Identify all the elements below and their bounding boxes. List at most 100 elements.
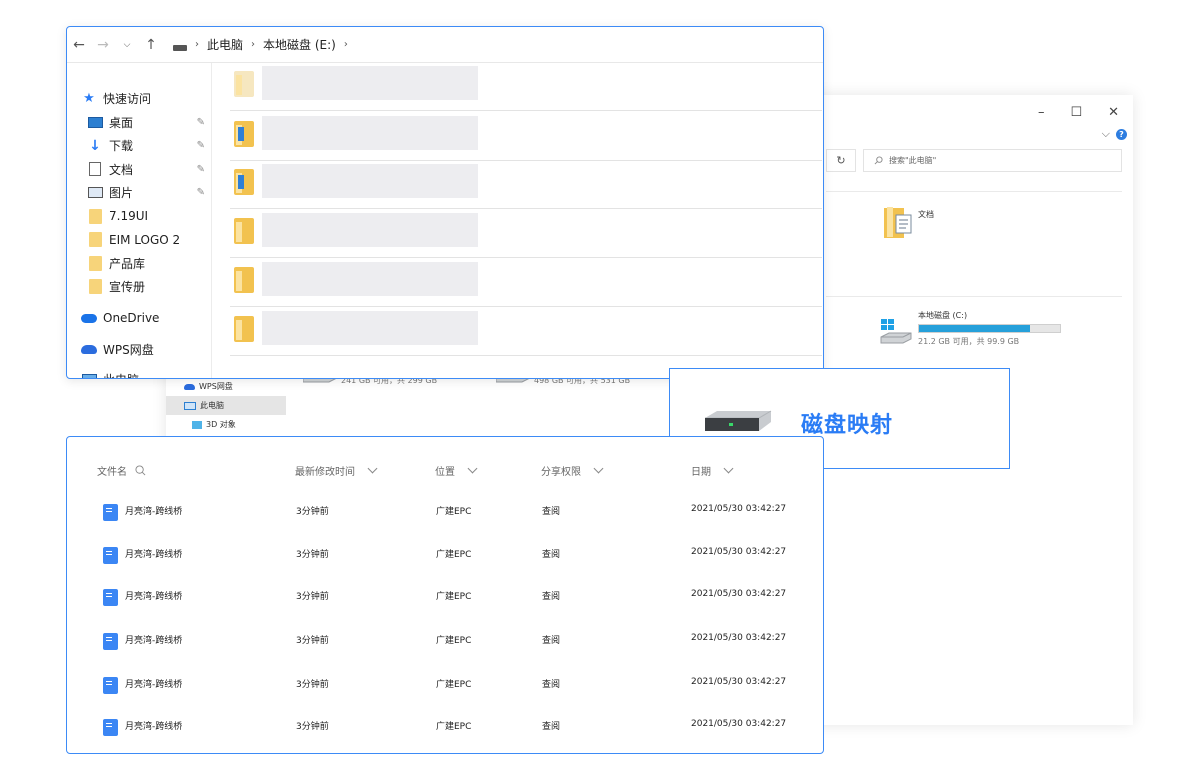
table-row[interactable]: 月亮湾-跨线桥 3分钟前 广建EPC 查阅 2021/05/30 03:42:2… — [67, 489, 823, 532]
table-row[interactable]: 月亮湾-跨线桥 3分钟前 广建EPC 查阅 2021/05/30 03:42:2… — [67, 618, 823, 661]
divider — [826, 296, 1122, 297]
documents-folder-icon[interactable] — [884, 205, 914, 239]
file-name[interactable]: 月亮湾-跨线桥 — [125, 677, 182, 690]
file-name[interactable]: 月亮湾-跨线桥 — [125, 504, 182, 517]
column-header-label: 日期 — [691, 467, 711, 478]
nav-item-label: 图片 — [109, 186, 134, 201]
nav-item-downloads[interactable]: ↓ 下载 ✎ — [67, 134, 211, 158]
file-modified: 3分钟前 — [296, 636, 329, 646]
nav-item-this-pc[interactable]: 此电脑 — [67, 368, 211, 378]
back-button[interactable]: ← — [67, 37, 91, 53]
breadcrumb-this-pc[interactable]: 此电脑 — [207, 36, 243, 53]
list-item[interactable] — [230, 63, 822, 111]
search-placeholder: 搜索"此电脑" — [889, 156, 937, 165]
file-name[interactable]: 月亮湾-跨线桥 — [125, 589, 182, 602]
forward-button[interactable]: → — [91, 37, 115, 53]
column-header-date[interactable]: 日期 — [691, 463, 734, 478]
file-modified: 3分钟前 — [296, 592, 329, 602]
search-box[interactable]: 搜索"此电脑" — [863, 149, 1122, 172]
drive-icon — [173, 44, 187, 51]
nav-item-documents[interactable]: 文档 ✎ — [67, 158, 211, 182]
file-name[interactable]: 月亮湾-跨线桥 — [125, 719, 182, 732]
drive-c-usage-bar — [918, 324, 1061, 333]
file-permission: 查阅 — [542, 680, 561, 690]
column-header-label: 分享权限 — [541, 467, 581, 478]
file-name[interactable]: 月亮湾-跨线桥 — [125, 547, 182, 560]
breadcrumb-drive-e[interactable]: 本地磁盘 (E:) — [263, 36, 336, 53]
word-document-icon — [103, 589, 118, 606]
folder-icon — [234, 218, 254, 244]
nav-item-wps-cloud[interactable]: WPS网盘 — [67, 338, 211, 362]
folder-icon — [87, 232, 103, 248]
pin-icon[interactable]: ✎ — [197, 140, 205, 151]
pin-icon[interactable]: ✎ — [197, 187, 205, 198]
list-item[interactable] — [230, 161, 822, 209]
sidebar-item-this-pc[interactable]: 此电脑 — [166, 396, 286, 415]
sidebar-item-label: WPS网盘 — [199, 382, 233, 391]
up-button[interactable]: ↑ — [139, 37, 163, 53]
windows-drive-icon[interactable] — [879, 317, 913, 347]
sidebar-item-wps[interactable]: WPS网盘 — [166, 377, 286, 396]
nav-item-folder-719ui[interactable]: 7.19UI — [67, 205, 211, 229]
breadcrumb-separator[interactable]: › — [251, 39, 255, 50]
refresh-button[interactable]: ↻ — [826, 149, 856, 172]
file-name[interactable]: 月亮湾-跨线桥 — [125, 633, 182, 646]
file-location: 广建EPC — [436, 507, 472, 517]
redacted-name-placeholder — [262, 311, 478, 345]
nav-item-folder-product-library[interactable]: 产品库 — [67, 252, 211, 276]
file-location: 广建EPC — [436, 550, 472, 560]
list-item[interactable] — [230, 210, 822, 258]
nav-item-label: 下载 — [109, 139, 134, 154]
file-date: 2021/05/30 03:42:27 — [691, 547, 787, 557]
computer-icon — [81, 372, 97, 378]
column-header-name[interactable]: 文件名 — [97, 463, 146, 478]
drive-c-usage-fill — [919, 325, 1031, 332]
folder-icon — [87, 208, 103, 224]
table-row[interactable]: 月亮湾-跨线桥 3分钟前 广建EPC 查阅 2021/05/30 03:42:2… — [67, 704, 823, 747]
3d-objects-icon — [192, 420, 202, 429]
list-item[interactable] — [230, 259, 822, 307]
column-header-permission[interactable]: 分享权限 — [541, 463, 604, 478]
close-button[interactable]: ✕ — [1108, 105, 1119, 120]
nav-item-desktop[interactable]: 桌面 ✎ — [67, 111, 211, 135]
drive-c-free-text: 21.2 GB 可用，共 99.9 GB — [918, 337, 1020, 346]
recent-locations-button[interactable]: ⌵ — [115, 40, 139, 50]
nav-item-onedrive[interactable]: OneDrive — [67, 307, 211, 331]
chevron-down-icon[interactable]: ⌵ — [1102, 127, 1110, 141]
ribbon-help: ⌵ ? — [1102, 127, 1127, 141]
refresh-icon: ↻ — [836, 154, 846, 167]
breadcrumb-separator[interactable]: › — [344, 39, 348, 50]
wps-cloud-icon — [184, 383, 195, 390]
file-location: 广建EPC — [436, 680, 472, 690]
foreground-explorer-window: ← → ⌵ ↑ › 此电脑 › 本地磁盘 (E:) › ★ 快速访问 桌面 ✎ … — [66, 26, 824, 379]
nav-item-quick-access[interactable]: ★ 快速访问 — [67, 87, 211, 111]
nav-item-folder-brochure[interactable]: 宣传册 — [67, 275, 211, 299]
table-row[interactable]: 月亮湾-跨线桥 3分钟前 广建EPC 查阅 2021/05/30 03:42:2… — [67, 574, 823, 617]
nav-item-folder-eim-logo[interactable]: EIM LOGO 2 — [67, 228, 211, 252]
file-permission: 查阅 — [542, 507, 561, 517]
table-row[interactable]: 月亮湾-跨线桥 3分钟前 广建EPC 查阅 2021/05/30 03:42:2… — [67, 532, 823, 575]
pin-icon[interactable]: ✎ — [197, 117, 205, 128]
nav-item-pictures[interactable]: 图片 ✎ — [67, 181, 211, 205]
download-icon: ↓ — [89, 137, 101, 154]
search-icon[interactable] — [135, 465, 146, 476]
pin-icon[interactable]: ✎ — [197, 164, 205, 175]
help-icon[interactable]: ? — [1116, 128, 1127, 140]
sidebar-item-3d-objects[interactable]: 3D 对象 — [166, 415, 286, 434]
table-row[interactable]: 月亮湾-跨线桥 3分钟前 广建EPC 查阅 2021/05/30 03:42:2… — [67, 662, 823, 705]
minimize-button[interactable]: – — [1038, 105, 1045, 120]
folder-content-area — [212, 63, 823, 378]
folder-icon — [87, 255, 103, 271]
file-modified: 3分钟前 — [296, 680, 329, 690]
breadcrumb-separator[interactable]: › — [195, 39, 199, 50]
file-permission: 查阅 — [542, 550, 561, 560]
list-item[interactable] — [230, 308, 822, 356]
word-document-icon — [103, 547, 118, 564]
maximize-button[interactable]: ☐ — [1070, 105, 1082, 120]
column-header-modified[interactable]: 最新修改时间 — [295, 463, 378, 478]
word-document-icon — [103, 633, 118, 650]
redacted-name-placeholder — [262, 66, 478, 100]
desktop-icon — [87, 115, 103, 129]
column-header-location[interactable]: 位置 — [435, 463, 478, 478]
list-item[interactable] — [230, 113, 822, 161]
